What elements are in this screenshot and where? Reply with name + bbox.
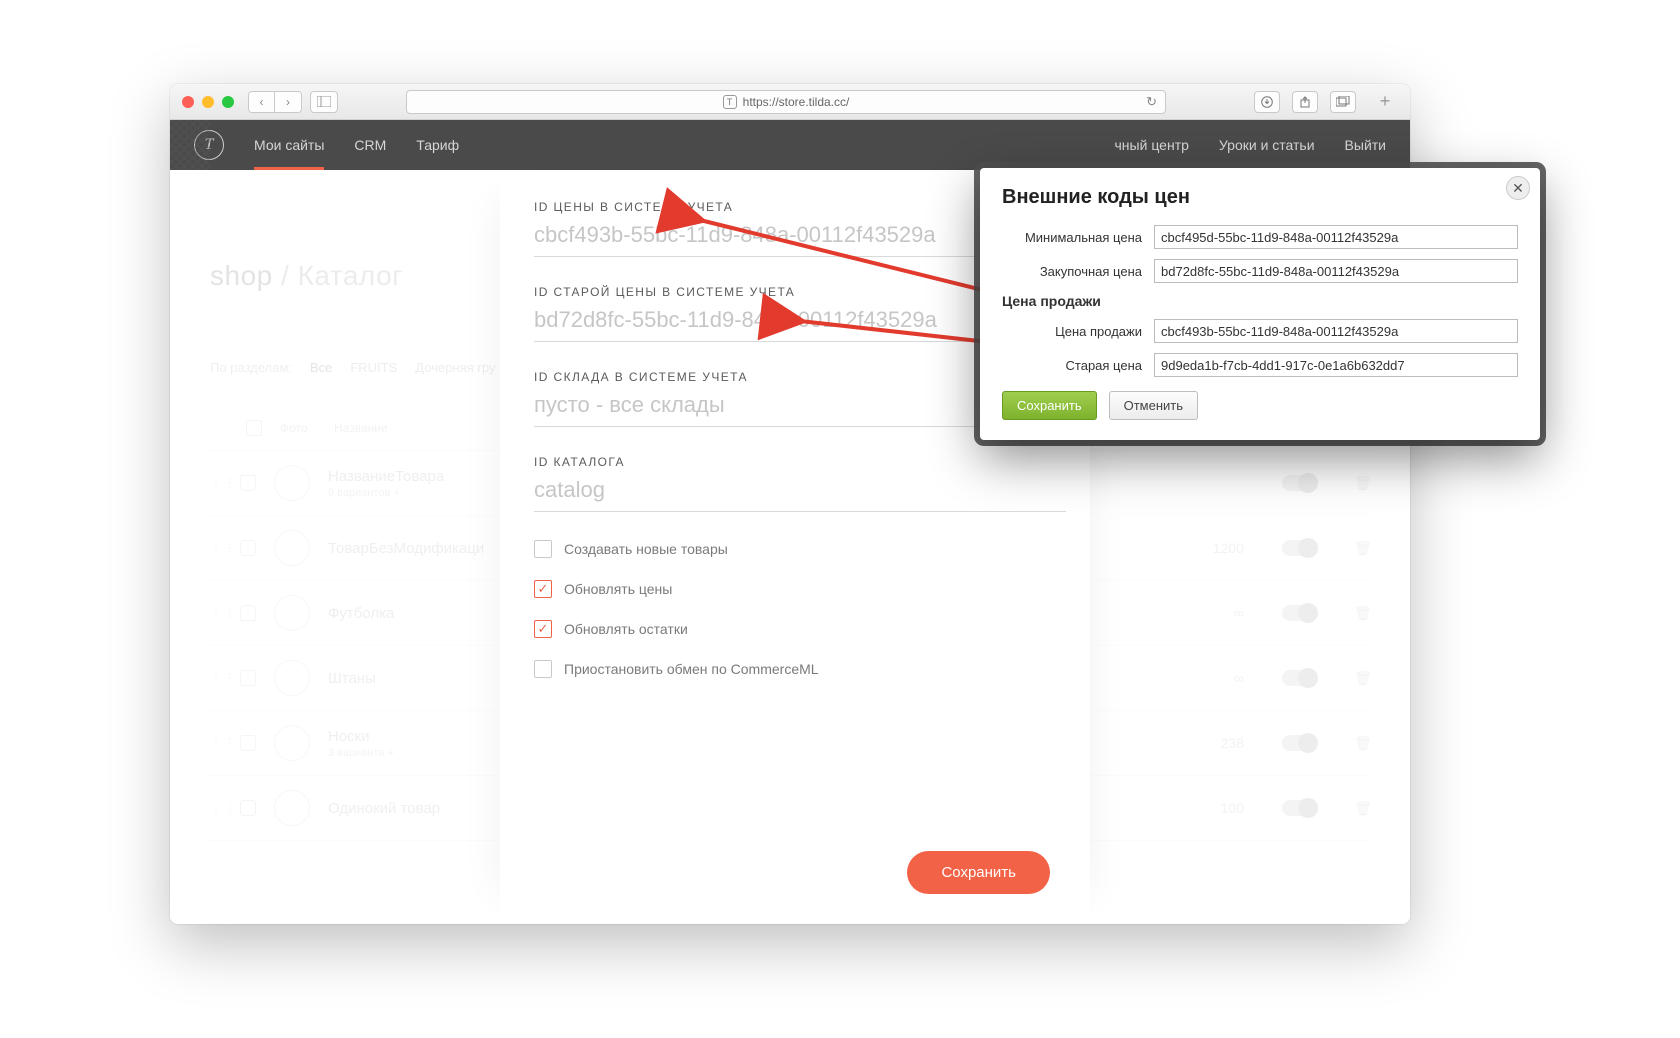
drag-handle-icon[interactable]: ⋮⋮ — [210, 541, 222, 555]
product-thumb — [274, 725, 310, 761]
row-checkbox[interactable] — [240, 540, 256, 556]
product-price: ∞ — [1184, 605, 1244, 621]
popup-save-button[interactable]: Сохранить — [1002, 391, 1097, 420]
nav-my-sites[interactable]: Мои сайты — [254, 137, 324, 170]
select-all-checkbox[interactable] — [246, 420, 262, 436]
checkbox-icon[interactable]: ✓ — [534, 660, 552, 678]
trash-icon[interactable]: 🗑 — [1354, 540, 1370, 557]
popup-cancel-button[interactable]: Отменить — [1109, 391, 1198, 420]
downloads-icon[interactable] — [1254, 91, 1280, 113]
product-thumb — [274, 530, 310, 566]
minimize-window-icon[interactable] — [202, 96, 214, 108]
share-icon[interactable] — [1292, 91, 1318, 113]
maximize-window-icon[interactable] — [222, 96, 234, 108]
product-price: 1200 — [1184, 540, 1244, 556]
filter-all[interactable]: Все — [310, 360, 332, 375]
save-button[interactable]: Сохранить — [907, 851, 1050, 894]
nav-crm[interactable]: CRM — [354, 137, 386, 153]
nav-lessons[interactable]: Уроки и статьи — [1219, 137, 1315, 153]
product-thumb — [274, 595, 310, 631]
close-window-icon[interactable] — [182, 96, 194, 108]
catalog-id-label: ID КАТАЛОГА — [534, 455, 1066, 469]
app-header: T Мои сайты CRM Тариф чный центр Уроки и… — [170, 120, 1410, 170]
product-price: ∞ — [1184, 670, 1244, 686]
filter-fruits[interactable]: FRUITS — [350, 360, 397, 375]
checkbox-checked-icon[interactable]: ✓ — [534, 620, 552, 638]
popup-title: Внешние коды цен — [1002, 186, 1518, 209]
col-photo: Фото — [280, 421, 316, 435]
drag-handle-icon[interactable]: ⋮⋮ — [210, 606, 222, 620]
url-bar[interactable]: T https://store.tilda.cc/ ↻ — [406, 90, 1166, 114]
trash-icon[interactable]: 🗑 — [1354, 735, 1370, 752]
purchase-price-input[interactable] — [1154, 259, 1518, 283]
close-icon[interactable]: ✕ — [1506, 176, 1530, 200]
nav-logout[interactable]: Выйти — [1345, 137, 1386, 153]
window-controls — [182, 96, 234, 108]
breadcrumb: shop / Каталог — [210, 260, 403, 292]
nav-back-forward: ‹ › — [248, 91, 302, 113]
url-text: https://store.tilda.cc/ — [743, 95, 850, 109]
cb-update-prices-row[interactable]: ✓ Обновлять цены — [534, 580, 1066, 598]
drag-handle-icon[interactable]: ⋮⋮ — [210, 801, 222, 815]
reload-icon[interactable]: ↻ — [1146, 94, 1157, 110]
col-name: Название — [334, 421, 388, 435]
crumb-catalog: Каталог — [298, 260, 403, 291]
row-checkbox[interactable] — [240, 735, 256, 751]
forward-button[interactable]: › — [275, 92, 301, 112]
visibility-toggle[interactable] — [1282, 800, 1316, 816]
sale-price-input[interactable] — [1154, 319, 1518, 343]
row-checkbox[interactable] — [240, 475, 256, 491]
drag-handle-icon[interactable]: ⋮⋮ — [210, 671, 222, 685]
sale-price-label: Цена продажи — [1002, 324, 1142, 339]
product-thumb — [274, 660, 310, 696]
product-price: 100 — [1184, 800, 1244, 816]
tabs-icon[interactable] — [1330, 91, 1356, 113]
cb-update-stock-row[interactable]: ✓ Обновлять остатки — [534, 620, 1066, 638]
trash-icon[interactable]: 🗑 — [1354, 670, 1370, 687]
filter-label: По разделам: — [210, 360, 292, 375]
row-checkbox[interactable] — [240, 670, 256, 686]
old-price-label: Старая цена — [1002, 358, 1142, 373]
trash-icon[interactable]: 🗑 — [1354, 475, 1370, 492]
visibility-toggle[interactable] — [1282, 605, 1316, 621]
visibility-toggle[interactable] — [1282, 540, 1316, 556]
crumb-shop[interactable]: shop — [210, 260, 273, 291]
back-button[interactable]: ‹ — [249, 92, 275, 112]
header-pattern — [170, 120, 210, 170]
min-price-input[interactable] — [1154, 225, 1518, 249]
nav-help-center[interactable]: чный центр — [1115, 137, 1189, 153]
old-price-input[interactable] — [1154, 353, 1518, 377]
browser-titlebar: ‹ › T https://store.tilda.cc/ ↻ — [170, 84, 1410, 120]
catalog-id-input[interactable] — [534, 475, 1066, 512]
trash-icon[interactable]: 🗑 — [1354, 800, 1370, 817]
price-codes-popup: ✕ Внешние коды цен Минимальная цена Заку… — [980, 168, 1540, 440]
row-checkbox[interactable] — [240, 800, 256, 816]
filter-child[interactable]: Дочерняя гру — [415, 360, 495, 375]
product-thumb — [274, 465, 310, 501]
cb-create-row[interactable]: ✓ Создавать новые товары — [534, 540, 1066, 558]
sidebar-toggle-icon[interactable] — [310, 91, 338, 113]
visibility-toggle[interactable] — [1282, 735, 1316, 751]
visibility-toggle[interactable] — [1282, 670, 1316, 686]
nav-tariffs[interactable]: Тариф — [416, 137, 459, 153]
drag-handle-icon[interactable]: ⋮⋮ — [210, 476, 222, 490]
checkbox-icon[interactable]: ✓ — [534, 540, 552, 558]
product-thumb — [274, 790, 310, 826]
site-settings-icon[interactable]: T — [723, 95, 737, 109]
filters-row: По разделам: Все FRUITS Дочерняя гру — [210, 360, 496, 375]
product-price: 238 — [1184, 735, 1244, 751]
drag-handle-icon[interactable]: ⋮⋮ — [210, 736, 222, 750]
min-price-label: Минимальная цена — [1002, 230, 1142, 245]
sale-price-header: Цена продажи — [1002, 293, 1101, 309]
cb-pause-row[interactable]: ✓ Приостановить обмен по CommerceML — [534, 660, 1066, 678]
trash-icon[interactable]: 🗑 — [1354, 605, 1370, 622]
new-tab-button[interactable]: + — [1372, 89, 1398, 115]
checkbox-checked-icon[interactable]: ✓ — [534, 580, 552, 598]
visibility-toggle[interactable] — [1282, 475, 1316, 491]
row-checkbox[interactable] — [240, 605, 256, 621]
purchase-price-label: Закупочная цена — [1002, 264, 1142, 279]
